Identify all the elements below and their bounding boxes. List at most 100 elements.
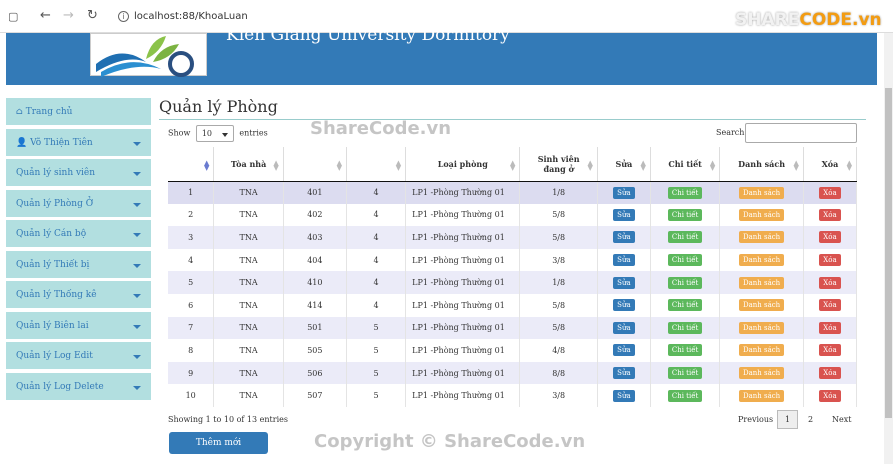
chevron-down-icon [133,263,141,268]
cell-stt: 5 [168,271,215,294]
detail-button[interactable]: Chi tiết [667,389,703,402]
list-button[interactable]: Danh sách [738,186,785,199]
sidebar-item-3[interactable]: Quản lý Phòng Ở [6,189,151,219]
page-2-button[interactable]: 2 [808,415,813,424]
delete-button[interactable]: Xóa [819,276,841,289]
detail-button[interactable]: Chi tiết [667,231,703,244]
tab-icon[interactable]: ▢ [8,10,18,23]
edit-button[interactable]: Sửa [613,389,635,402]
delete-button[interactable]: Xóa [819,231,841,244]
edit-button[interactable]: Sửa [613,344,635,357]
detail-button[interactable]: Chi tiết [667,367,703,380]
sidebar-item-6[interactable]: Quản lý Thống kê [6,281,151,310]
search-input[interactable] [745,123,857,143]
column-header-0[interactable]: ▲ ▼ [168,147,215,182]
edit-button[interactable]: Sửa [613,299,635,312]
detail-button[interactable]: Chi tiết [667,208,703,221]
column-header-8[interactable]: Danh sách ▲ ▼ [719,147,804,182]
delete-button[interactable]: Xóa [819,389,841,402]
info-icon[interactable]: i [118,11,129,22]
detail-button[interactable]: Chi tiết [667,186,703,199]
list-button[interactable]: Danh sách [738,321,785,334]
list-button[interactable]: Danh sách [738,344,785,357]
sidebar-item-1[interactable]: 👤 Võ Thiện Tiên [6,128,151,158]
chevron-down-icon [133,172,141,176]
cell-stt: 6 [168,293,215,317]
sidebar-item-7[interactable]: Quản lý Biên lai [6,311,151,341]
sidebar-item-5[interactable]: Quản lý Thiết bị [6,250,151,280]
cell-type: LP1 -Phòng Thường 01 [405,316,521,340]
edit-button[interactable]: Sửa [613,367,635,380]
edit-button[interactable]: Sửa [613,208,635,221]
reload-button[interactable]: ↻ [87,8,98,23]
column-header-4[interactable]: Loại phòng ▲ ▼ [405,147,521,182]
detail-button[interactable]: Chi tiết [667,276,703,289]
scrollbar-thumb[interactable] [885,88,892,418]
page-1-button[interactable]: 1 [777,410,798,429]
sidebar-item-2[interactable]: Quản lý sinh viên [6,159,151,188]
column-header-5[interactable]: Sinh viên đang ở ▲ ▼ [519,147,598,182]
forward-button[interactable]: → [63,8,74,23]
list-button[interactable]: Danh sách [738,299,785,312]
cell-room: 404 [283,248,347,272]
delete-button[interactable]: Xóa [819,299,841,312]
sidebar-item-0[interactable]: ⌂ Trang chủ [6,98,151,127]
list-button[interactable]: Danh sách [738,276,785,289]
cell-list: Danh sách [719,293,804,317]
sort-icon: ▲ ▼ [204,158,210,172]
sidebar-item-9[interactable]: Quản lý Log Delete [6,372,151,402]
delete-button[interactable]: Xóa [819,367,841,380]
delete-button[interactable]: Xóa [819,186,841,199]
column-header-2[interactable]: ▲ ▼ [283,147,347,182]
column-header-1[interactable]: Tòa nhà ▲ ▼ [213,147,284,182]
detail-button[interactable]: Chi tiết [667,254,703,267]
cell-floor: 4 [346,293,407,317]
entries-select[interactable]: 10 [195,125,234,142]
cell-type: LP1 -Phòng Thường 01 [405,203,521,227]
edit-button[interactable]: Sửa [613,231,635,244]
edit-button[interactable]: Sửa [613,186,635,199]
list-button[interactable]: Danh sách [738,231,785,244]
column-header-9[interactable]: Xóa ▲ ▼ [803,147,858,182]
cell-floor: 5 [346,384,407,407]
list-button[interactable]: Danh sách [738,389,785,402]
back-button[interactable]: ← [40,8,51,23]
edit-button[interactable]: Sửa [613,254,635,267]
cell-type: LP1 -Phòng Thường 01 [405,293,521,317]
column-header-7[interactable]: Chi tiết ▲ ▼ [650,147,721,182]
sidebar-item-8[interactable]: Quản lý Log Edit [6,342,151,371]
next-button[interactable]: Next [832,415,851,424]
list-button[interactable]: Danh sách [738,208,785,221]
sidebar-item-label: Võ Thiện Tiên [30,137,93,148]
cell-building: TNA [213,271,284,294]
cell-detail: Chi tiết [650,293,721,317]
cell-detail: Chi tiết [650,248,721,272]
list-button[interactable]: Danh sách [738,254,785,267]
cell-type: LP1 -Phòng Thường 01 [405,181,521,204]
list-button[interactable]: Danh sách [738,367,785,380]
table-row: 2 TNA 402 4 LP1 -Phòng Thường 01 5/8 Sửa Chi ti… [168,203,858,227]
edit-button[interactable]: Sửa [613,276,635,289]
detail-button[interactable]: Chi tiết [667,299,703,312]
delete-button[interactable]: Xóa [819,208,841,221]
cell-type: LP1 -Phòng Thường 01 [405,339,521,362]
cell-occ: 4/8 [519,339,598,362]
cell-occ: 3/8 [519,384,598,407]
cell-edit: Sửa [597,339,651,362]
column-header-6[interactable]: Sửa ▲ ▼ [597,147,651,182]
cell-detail: Chi tiết [650,316,721,340]
delete-button[interactable]: Xóa [819,254,841,267]
previous-button[interactable]: Previous [738,415,773,424]
cell-stt: 8 [168,339,215,362]
delete-button[interactable]: Xóa [819,344,841,357]
edit-button[interactable]: Sửa [613,321,635,334]
scrollbar[interactable] [884,33,893,464]
sidebar-item-4[interactable]: Quản lý Cán bộ [6,220,151,249]
column-header-3[interactable]: ▲ ▼ [346,147,407,182]
detail-button[interactable]: Chi tiết [667,321,703,334]
detail-button[interactable]: Chi tiết [667,344,703,357]
add-room-button[interactable]: Thêm mới [169,432,268,454]
cell-type: LP1 -Phòng Thường 01 [405,361,521,385]
cell-edit: Sửa [597,271,651,294]
delete-button[interactable]: Xóa [819,321,841,334]
